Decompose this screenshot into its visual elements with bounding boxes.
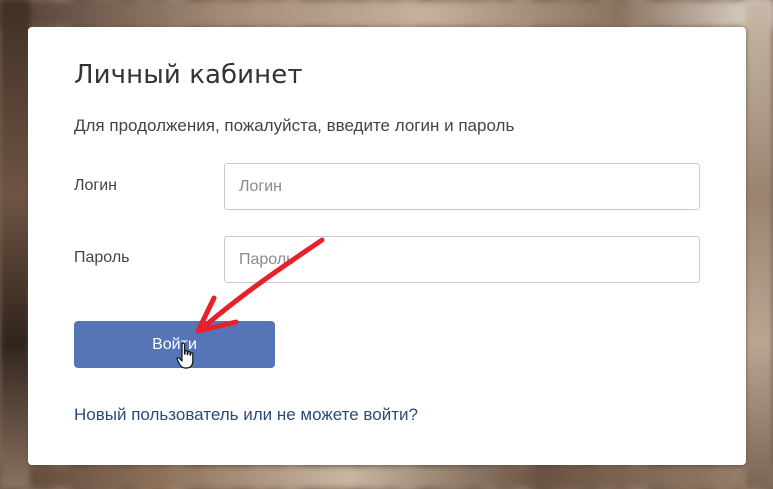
page-title: Личный кабинет — [74, 60, 303, 90]
login-card: Личный кабинет Для продолжения, пожалуйс… — [28, 27, 746, 465]
background-strip-right — [745, 0, 773, 489]
login-button[interactable]: Войти — [74, 321, 275, 368]
help-link[interactable]: Новый пользователь или не можете войти? — [74, 405, 418, 425]
background-strip-bottom — [0, 465, 773, 489]
password-label: Пароль — [74, 249, 130, 266]
password-input[interactable] — [224, 236, 700, 283]
login-input[interactable] — [224, 163, 700, 210]
background-strip-left — [0, 0, 30, 489]
background-strip-top — [0, 0, 773, 28]
login-instructions: Для продолжения, пожалуйста, введите лог… — [74, 116, 515, 135]
login-label: Логин — [74, 177, 118, 194]
